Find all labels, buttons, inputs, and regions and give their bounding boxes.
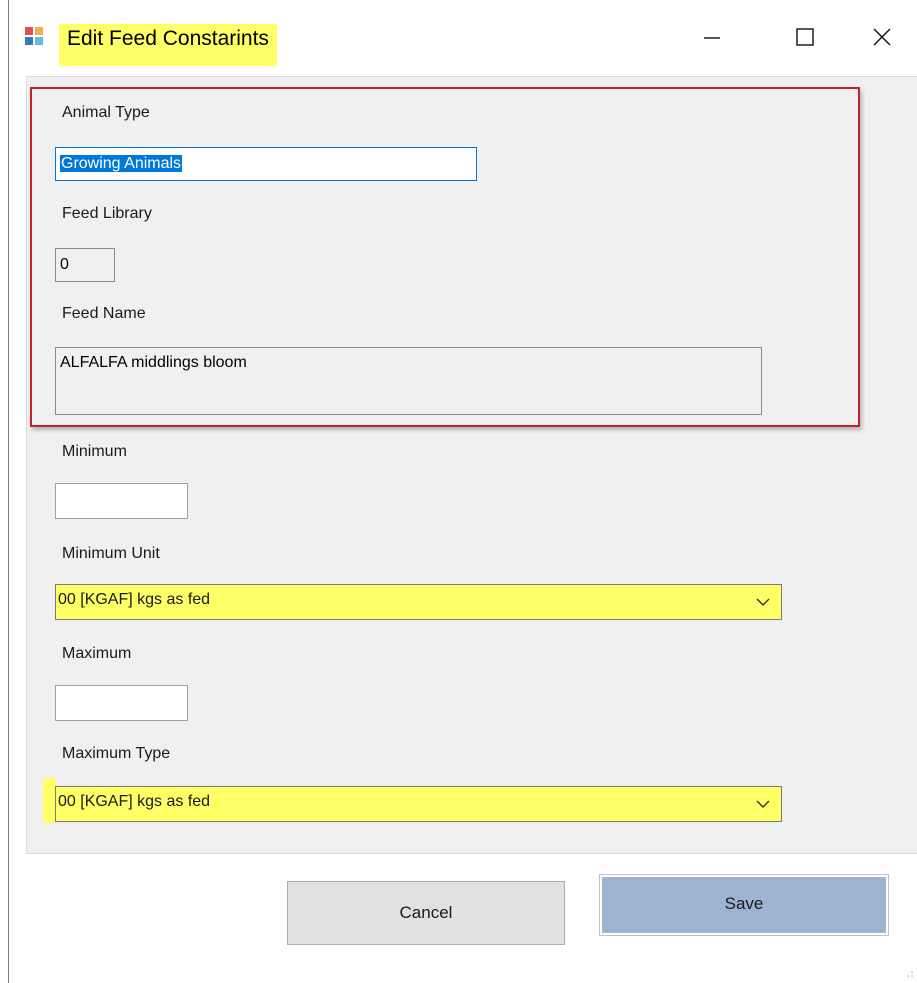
minimize-icon[interactable] — [692, 22, 732, 52]
title-bar[interactable]: Edit Feed Constarints — [9, 0, 917, 76]
chevron-down-icon — [756, 800, 770, 808]
minimum-unit-value: 00 [KGAF] kgs as fed — [58, 591, 211, 608]
feed-library-label: Feed Library — [62, 205, 152, 222]
maximum-label: Maximum — [62, 645, 132, 662]
feed-library-value: 0 — [60, 256, 69, 273]
maximum-type-value: 00 [KGAF] kgs as fed — [58, 793, 211, 810]
minimum-unit-label: Minimum Unit — [62, 545, 160, 562]
feed-name-field[interactable]: ALFALFA middlings bloom — [55, 347, 762, 415]
animal-type-field[interactable]: Growing Animals — [55, 147, 477, 181]
window-title: Edit Feed Constarints — [59, 24, 277, 66]
maximum-type-label: Maximum Type — [62, 745, 171, 762]
animal-type-label: Animal Type — [62, 104, 150, 121]
app-icon — [25, 27, 43, 45]
feed-name-label: Feed Name — [62, 305, 146, 322]
close-icon[interactable] — [862, 22, 902, 52]
animal-type-value: Growing Animals — [60, 155, 183, 172]
chevron-down-icon — [756, 598, 770, 606]
feed-name-value: ALFALFA middlings bloom — [60, 354, 247, 371]
minimum-unit-dropdown[interactable]: 00 [KGAF] kgs as fed — [55, 584, 782, 620]
resize-grip-icon[interactable] — [902, 968, 914, 980]
maximum-type-dropdown[interactable]: 00 [KGAF] kgs as fed — [55, 786, 782, 822]
save-button[interactable]: Save — [599, 874, 889, 936]
form-panel — [26, 76, 917, 854]
maximum-input[interactable] — [55, 685, 188, 721]
feed-library-field[interactable]: 0 — [55, 248, 115, 282]
minimum-label: Minimum — [62, 443, 127, 460]
cancel-button[interactable]: Cancel — [287, 881, 565, 945]
minimum-input[interactable] — [55, 483, 188, 519]
maximize-icon[interactable] — [785, 22, 825, 52]
